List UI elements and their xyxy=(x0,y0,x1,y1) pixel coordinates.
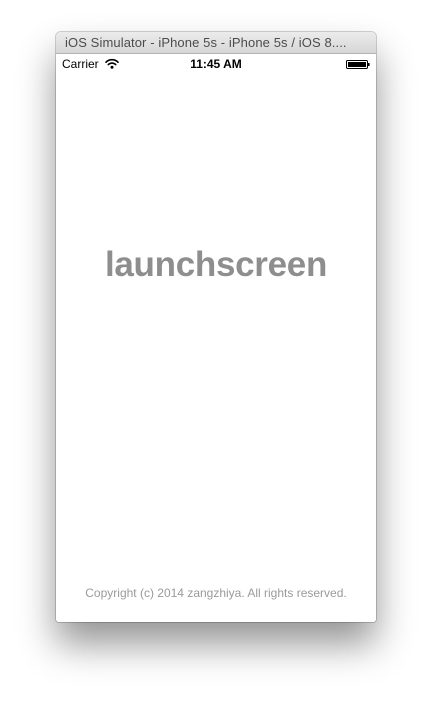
window-title: iOS Simulator - iPhone 5s - iPhone 5s / … xyxy=(65,35,347,50)
status-bar: Carrier 11:45 AM xyxy=(56,54,376,74)
copyright-label: Copyright (c) 2014 zangzhiya. All rights… xyxy=(85,586,347,600)
window-title-bar[interactable]: iOS Simulator - iPhone 5s - iPhone 5s / … xyxy=(56,32,376,54)
launch-screen-title: launchscreen xyxy=(104,245,328,284)
simulator-window: iOS Simulator - iPhone 5s - iPhone 5s / … xyxy=(56,32,376,622)
battery-icon xyxy=(346,60,370,69)
desktop-background: iOS Simulator - iPhone 5s - iPhone 5s / … xyxy=(0,0,432,702)
status-time: 11:45 AM xyxy=(190,57,242,71)
device-screen[interactable]: Carrier 11:45 AM launchscreen Copyright … xyxy=(56,54,376,622)
